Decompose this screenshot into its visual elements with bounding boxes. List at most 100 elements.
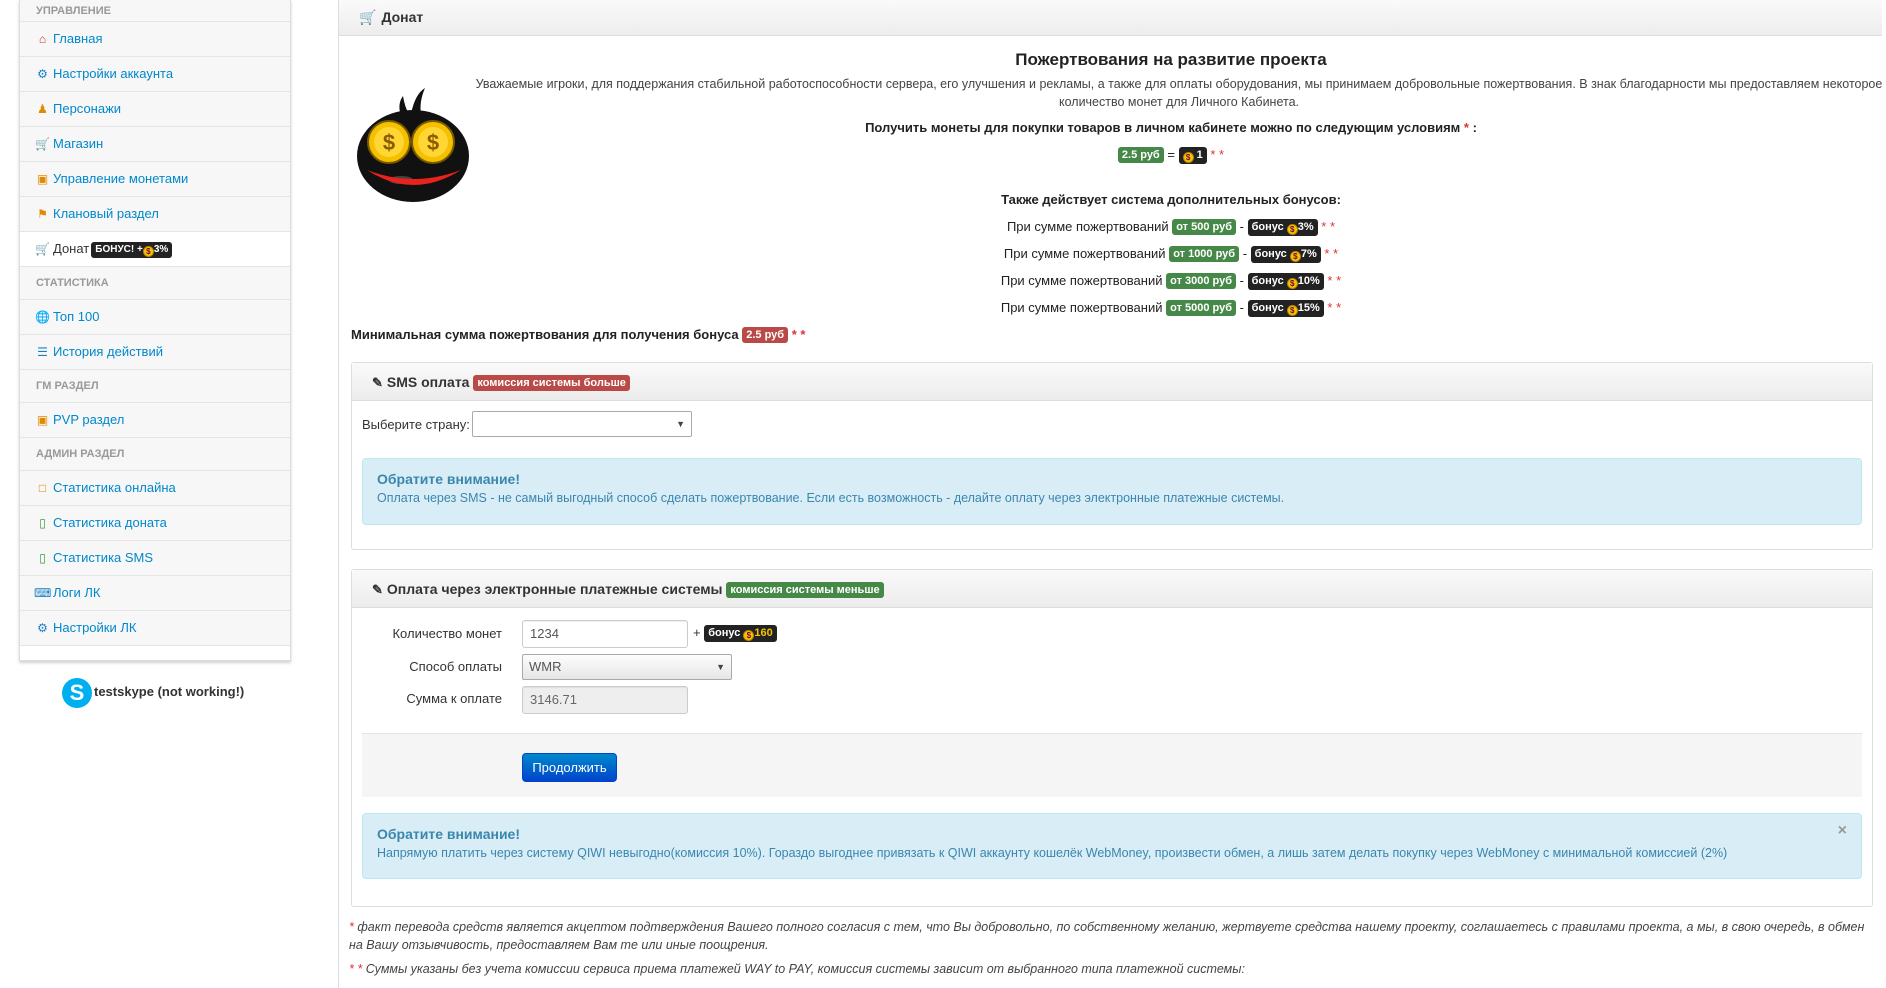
bonus-title: Также действует система дополнительных б… xyxy=(1001,192,1341,207)
svg-text:$: $ xyxy=(383,130,395,155)
chat-icon: □ xyxy=(38,481,47,495)
sidebar-item-label: Донат xyxy=(53,241,90,256)
close-icon[interactable]: × xyxy=(1838,822,1847,840)
bonus-row: При сумме пожертвований от 5000 руб - бо… xyxy=(1000,300,1342,317)
nav-header-admin: АДМИН РАЗДЕЛ xyxy=(20,438,290,471)
sidebar-item-label: Настройки ЛК xyxy=(53,620,137,635)
rate-rub-badge: 2.5 руб xyxy=(1117,147,1164,163)
sidebar-item-clan[interactable]: ⚑ Клановый раздел xyxy=(20,197,290,232)
alert-text: Напрямую платить через систему QIWI невы… xyxy=(377,846,1728,860)
epay-panel: ✎ Оплата через электронные платежные сист… xyxy=(351,569,1873,907)
coins-input[interactable]: 1234 xyxy=(522,620,688,648)
coin-icon: $ xyxy=(142,246,154,257)
alert-title: Обратите внимание! xyxy=(377,826,521,842)
bonus-badge: БОНУС! + $3% xyxy=(91,242,173,258)
gear-icon: ⚙ xyxy=(37,621,48,635)
coin-icon: $ xyxy=(1286,278,1298,289)
sidebar-item-label: PVP раздел xyxy=(53,412,125,427)
continue-button[interactable]: Продолжить xyxy=(522,753,617,782)
payment-method-select[interactable]: WMR ▼ xyxy=(522,654,732,680)
edit-icon: ✎ xyxy=(372,582,383,597)
sidebar-item-account-settings[interactable]: ⚙ Настройки аккаунта xyxy=(20,57,290,92)
coin-icon: $ xyxy=(1286,305,1298,316)
sidebar-item-history[interactable]: ☰ История действий xyxy=(20,335,290,370)
coins-label: Количество монет xyxy=(392,626,502,641)
epay-commission-badge: комиссия системы меньше xyxy=(726,582,884,598)
sidebar-item-coins[interactable]: ▣ Управление монетами xyxy=(20,162,290,197)
method-label: Способ оплаты xyxy=(409,659,502,674)
alert-title: Обратите внимание! xyxy=(377,471,521,487)
nav-header-gm: ГМ РАЗДЕЛ xyxy=(20,370,290,403)
rate-line: 2.5 руб = $ 1 * * xyxy=(459,147,1883,164)
sidebar-item-label: Настройки аккаунта xyxy=(53,66,174,81)
coin-icon: $ xyxy=(1182,152,1194,163)
mascot-smiley-icon: $ $ xyxy=(357,88,469,202)
keyboard-icon: ⌨ xyxy=(34,586,52,600)
skype-icon: S xyxy=(62,677,92,708)
sidebar-item-donate[interactable]: 🛒 Донат БОНУС! + $3% xyxy=(20,232,290,267)
sidebar-item-characters[interactable]: ♟ Персонажи xyxy=(20,92,290,127)
sidebar-item-home[interactable]: ⌂ Главная xyxy=(20,22,290,57)
coin-icon: $ xyxy=(1289,251,1301,262)
sum-field: 3146.71 xyxy=(522,686,688,714)
coin-icon: $ xyxy=(743,630,755,641)
sidebar-item-label: Управление монетами xyxy=(53,171,189,186)
list-icon: ☰ xyxy=(37,345,48,359)
sidebar-item-label: История действий xyxy=(53,344,163,359)
basket-icon: 🛒 xyxy=(359,9,377,25)
page-title: Донат xyxy=(381,9,424,25)
sidebar-item-label: Топ 100 xyxy=(53,309,100,324)
sidebar-item-sms-stats[interactable]: ▯ Статистика SMS xyxy=(20,541,290,576)
pvp-icon: ▣ xyxy=(36,413,49,427)
bonus-indicator: + бонус $160 xyxy=(693,625,777,642)
sidebar-item-label: Персонажи xyxy=(53,101,122,116)
skype-contact[interactable]: Stestskype (not working!) xyxy=(62,676,244,708)
country-select[interactable]: ▼ xyxy=(472,411,692,437)
sidebar-item-online-stats[interactable]: □ Статистика онлайна xyxy=(20,471,290,506)
sidebar-item-label: Клановый раздел xyxy=(53,206,159,221)
home-icon: ⌂ xyxy=(38,32,47,46)
sidebar-item-label: Логи ЛК xyxy=(53,585,101,600)
bonus-row: При сумме пожертвований от 3000 руб - бо… xyxy=(1000,273,1342,290)
sidebar-item-top100[interactable]: 🌐 Топ 100 xyxy=(20,300,290,335)
sms-alert: Обратите внимание! Оплата через SMS - не… xyxy=(362,458,1862,525)
qiwi-alert: × Обратите внимание! Напрямую платить че… xyxy=(362,813,1862,879)
phone-icon: ▯ xyxy=(39,551,46,565)
sidebar-item-logs[interactable]: ⌨ Логи ЛК xyxy=(20,576,290,611)
promo-description: Уважаемые игроки, для поддержания стабил… xyxy=(475,77,1883,109)
promo-title: Пожертвования на развитие проекта xyxy=(1015,50,1327,69)
chevron-down-icon: ▼ xyxy=(716,662,725,672)
sms-commission-badge: комиссия системы больше xyxy=(473,375,630,391)
bonus-row: При сумме пожертвований от 500 руб - бон… xyxy=(1006,219,1336,236)
main-content: 🛒 Донат $ $ Пожертвования на развитие про… xyxy=(338,0,1882,988)
min-sum-badge: 2.5 руб xyxy=(742,327,789,343)
sidebar-item-lk-settings[interactable]: ⚙ Настройки ЛК xyxy=(20,611,290,646)
coin-icon: $ xyxy=(1286,224,1298,235)
sidebar-item-label: Главная xyxy=(53,31,103,46)
min-sum-line: Минимальная сумма пожертвования для полу… xyxy=(351,327,806,343)
users-icon: ♟ xyxy=(37,102,48,116)
phone-icon: ▯ xyxy=(39,516,46,530)
sidebar-item-label: Статистика онлайна xyxy=(53,480,176,495)
country-label: Выберите страну: xyxy=(362,417,470,432)
conditions-line: Получить монеты для покупки товаров в ли… xyxy=(865,120,1477,135)
epay-panel-header: ✎ Оплата через электронные платежные сист… xyxy=(352,570,1872,608)
cart-icon: 🛒 xyxy=(35,137,50,151)
basket-icon: 🛒 xyxy=(35,242,50,256)
footnotes: * факт перевода средств является акцепто… xyxy=(349,918,1869,984)
sms-panel-header: ✎ SMS оплата комиссия системы больше xyxy=(352,363,1872,401)
globe-icon: 🌐 xyxy=(35,310,50,324)
page-header: 🛒 Донат xyxy=(339,0,1882,36)
skype-label: testskype (not working!) xyxy=(94,684,245,699)
flag-icon: ⚑ xyxy=(37,207,48,221)
footnote-1: * факт перевода средств является акцепто… xyxy=(349,920,1865,952)
sidebar-item-pvp[interactable]: ▣ PVP раздел xyxy=(20,403,290,438)
edit-icon: ✎ xyxy=(372,375,383,390)
sidebar-item-label: Магазин xyxy=(53,136,104,151)
sidebar: УПРАВЛЕНИЕ ⌂ Главная ⚙ Настройки аккаунта … xyxy=(19,0,291,661)
sidebar-item-donate-stats[interactable]: ▯ Статистика доната xyxy=(20,506,290,541)
form-actions: Продолжить xyxy=(362,733,1862,797)
sidebar-item-shop[interactable]: 🛒 Магазин xyxy=(20,127,290,162)
sum-label: Сумма к оплате xyxy=(406,691,502,706)
svg-text:$: $ xyxy=(427,130,439,155)
